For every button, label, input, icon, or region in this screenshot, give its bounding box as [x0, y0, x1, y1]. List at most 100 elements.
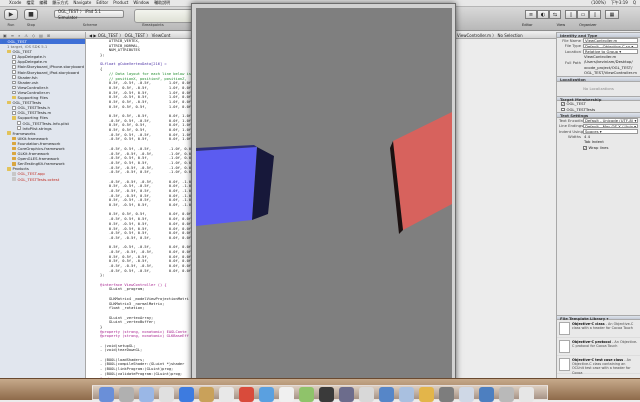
inspector-value[interactable]: 4 4 — [583, 135, 638, 140]
run-button[interactable]: ▶ — [4, 9, 18, 20]
inspector-value[interactable]: xcode_project/OGL_TEST/ — [583, 66, 638, 71]
file-template-icon — [559, 340, 570, 353]
blue-cube-front-face — [196, 147, 257, 226]
inspector-value[interactable]: OGL_TEST/ViewController.m — [583, 71, 638, 76]
menu-item[interactable]: Xcode — [9, 0, 21, 6]
library-item[interactable]: Objective-C class - An Objective-C class… — [557, 320, 640, 338]
inspector-value[interactable]: Default - Unicode (UTF-8) ▾ — [583, 118, 638, 123]
view-label: View — [556, 23, 566, 27]
file-icon — [12, 85, 16, 90]
organizer-icon[interactable]: ▦ — [605, 10, 619, 19]
navigator-tab-icon[interactable]: ▤ — [39, 33, 43, 38]
menu-item[interactable]: 編輯 — [39, 0, 47, 6]
code-editor[interactable]: ATTRIB_VERTEX, ATTRIB_NORMAL, NUM_ATTRIB… — [86, 39, 191, 378]
inspector-value[interactable]: Tab Indent — [583, 140, 638, 145]
navigator-toggle-icon[interactable]: ▯ — [565, 10, 577, 19]
menu-item[interactable]: 輔助說明 — [154, 0, 170, 6]
framework-icon — [12, 151, 16, 156]
stop-label: Stop — [26, 23, 36, 27]
wrap-lines-checkbox[interactable]: ✓ — [583, 146, 587, 150]
navigator-tab-icon[interactable]: ◇ — [32, 33, 35, 38]
utilities-toggle-icon[interactable]: ▯ — [589, 10, 601, 19]
jump-bar-right[interactable]: ViewController.m 〉 No Selection — [454, 32, 556, 39]
code-line: -0.5f, -0.5f, -0.5f, 0.0f, 0.0f, — [100, 264, 191, 268]
framework-icon — [12, 146, 16, 151]
code-line: -0.5f, 0.5f, -0.5f, -1.0f, 0.0f, — [100, 146, 191, 151]
code-line: 0.5f, 0.5f, -0.5f, 0.0f, 1.0f, — [100, 114, 191, 118]
framework-icon — [12, 141, 16, 146]
simulator-screen[interactable] — [196, 8, 452, 386]
file-icon — [12, 70, 16, 74]
editor-label: Editor — [522, 23, 533, 27]
inspector-key: Full Path — [564, 59, 581, 65]
code-line: 0.5f, 0.5f, -0.5f, 1.0f, 0.0f, — [100, 99, 191, 104]
checkbox[interactable] — [561, 107, 565, 111]
library-item[interactable]: Objective-C test case class - An Objecti… — [557, 356, 640, 375]
navigator-tab-icon[interactable]: ⊞ — [47, 33, 50, 38]
editor-segmented-control[interactable]: ≡ ◐ ⇆ ▯ ▭ ▯ ▦ — [525, 10, 619, 19]
menu-status-item[interactable]: Q — [633, 0, 636, 6]
jump-bar-path: ◀ ▶ OGL_TEST 〉 OGL_TEST 〉 ViewCont — [89, 33, 171, 38]
project-icon — [2, 39, 6, 44]
framework-icon — [12, 156, 16, 161]
file-icon — [12, 60, 16, 64]
menu-item[interactable]: Navigate — [73, 0, 91, 6]
project-navigator: ▣ ≡ ⌕ ⚠ ◇ ▤ ⊞ OGL_TEST 1 target, iOS SDK 5.1 OGL… — [0, 32, 86, 378]
folder-icon — [12, 116, 16, 120]
inspector-value[interactable]: Default - Mac OS X / Unix ▾ — [583, 123, 638, 128]
debug-toggle-icon[interactable]: ▭ — [577, 10, 589, 19]
inspector-key: Indent Using — [559, 128, 584, 134]
inspector-value[interactable]: ViewController.m — [583, 38, 638, 43]
version-editor-icon[interactable]: ⇆ — [549, 10, 561, 19]
inspector-value[interactable]: Spaces ▾ — [583, 129, 638, 134]
code-line: -0.5f, -0.5f, 0.5f, -1.0f, 0.0f, — [100, 170, 191, 175]
menu-status-item[interactable]: (100%) — [591, 0, 606, 6]
navigator-tab-icon[interactable]: ⚠ — [24, 33, 28, 38]
file-tree-item[interactable]: OGL_TESTTests.octest — [0, 177, 85, 182]
menu-items: Xcode 檔案 編輯 顯示方式 Navigate Editor Product Window… — [9, 0, 170, 6]
inspector-value[interactable]: Default - Objective-C so ▾ — [583, 43, 638, 48]
file-inspector: Identity and Type File Name ViewController… — [556, 32, 640, 378]
folder-icon — [7, 167, 11, 171]
code-line: 0.5f, -0.5f, 0.5f, 0.0f, 0.0f, — [100, 221, 191, 226]
inspector-row: Widths 4 4 — [557, 134, 640, 140]
menu-status-item[interactable]: 下午3:19 — [611, 0, 628, 6]
app-icon — [12, 177, 16, 181]
inspector-value[interactable]: /Users/kevinlam/Desktop/ — [583, 60, 638, 65]
code-line: -0.5f, -0.5f, 0.5f, 0.0f, -1.0f, — [100, 189, 191, 193]
navigator-tab-icon[interactable]: ⌕ — [18, 33, 20, 38]
navigator-tab-icon[interactable]: ▣ — [3, 33, 7, 38]
code-line: @property (strong, nonatomic) GLKBaseEff — [100, 334, 189, 339]
code-line: -0.5f, -0.5f, 0.5f, 0.0f, 0.0f, — [100, 235, 191, 240]
inspector-value[interactable]: ViewController.m — [583, 55, 638, 60]
file-icon — [12, 80, 16, 85]
folder-icon — [7, 49, 11, 54]
scheme-selector[interactable]: OGL_TEST 〉 iPad 5.1 Simulator — [54, 9, 124, 20]
menu-item[interactable]: 檔案 — [26, 0, 34, 6]
inspector-key: Widths — [567, 134, 581, 140]
scheme-label: Scheme — [82, 23, 98, 27]
inspector-key: File Type — [564, 43, 581, 49]
inspector-spacer — [557, 151, 640, 315]
menu-item[interactable]: Editor — [96, 0, 108, 6]
jump-bar[interactable]: ◀ ▶ OGL_TEST 〉 OGL_TEST 〉 ViewCont — [86, 32, 192, 39]
inspector-row: File Name ViewController.m — [557, 38, 640, 44]
menu-item[interactable]: Product — [113, 0, 128, 6]
assistant-editor-icon[interactable]: ◐ — [537, 10, 549, 19]
menu-item[interactable]: 顯示方式 — [52, 0, 68, 6]
ios-simulator-window[interactable] — [191, 3, 456, 390]
dock — [0, 378, 640, 402]
red-cube-front-face — [393, 112, 452, 230]
wrap-lines-label: Wrap lines — [588, 145, 609, 151]
library-item[interactable]: Objective-C protocol - An Objective-C pr… — [557, 338, 640, 356]
navigator-tab-icon[interactable]: ≡ — [11, 33, 14, 38]
menu-item[interactable]: Window — [133, 0, 149, 6]
stop-button[interactable]: ■ — [24, 9, 38, 20]
run-label: Run — [7, 23, 15, 27]
inspector-value[interactable]: Relative to Group ▾ — [583, 49, 638, 54]
checkbox[interactable]: ✓ — [561, 102, 565, 106]
code-line: - (BOOL)validateProgram:(GLuint)prog; — [100, 371, 183, 376]
code-line: GLKMatrix4 _modelViewProjectionMatri — [100, 296, 189, 301]
standard-editor-icon[interactable]: ≡ — [525, 10, 537, 19]
folder-icon — [7, 100, 11, 105]
